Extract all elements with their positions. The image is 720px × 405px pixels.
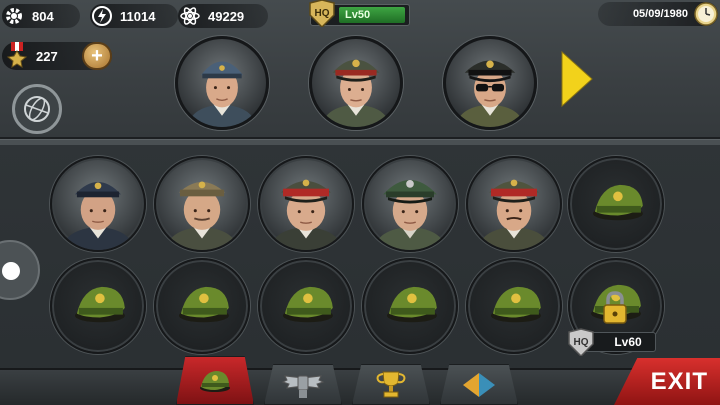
date-value: 05/09/1980 xyxy=(632,8,688,20)
gear-resource: 804 xyxy=(2,4,80,28)
hq-badge-icon: HQ xyxy=(568,328,594,356)
side-toggle-button[interactable] xyxy=(0,240,40,300)
atom-icon xyxy=(178,4,202,28)
hq-badge-text: HQ xyxy=(315,8,330,19)
cap-icon xyxy=(200,370,230,392)
atom-value: 49229 xyxy=(208,8,245,24)
date-display: 05/09/1980 xyxy=(598,2,718,26)
general-slot-2[interactable] xyxy=(154,156,250,252)
world-map-button[interactable] xyxy=(12,84,62,134)
hq-level-value: Lv50 xyxy=(339,7,405,23)
gear-icon xyxy=(2,4,26,28)
military-cap-icon xyxy=(283,286,333,323)
general-portrait-3[interactable] xyxy=(443,36,537,130)
clock-icon[interactable] xyxy=(694,2,718,26)
rank-tab[interactable] xyxy=(264,364,342,405)
diamond-tab[interactable] xyxy=(440,364,518,405)
plus-icon: + xyxy=(91,44,103,67)
trophy-icon xyxy=(376,371,406,397)
empty-slot-5[interactable] xyxy=(362,258,458,354)
empty-slot-2[interactable] xyxy=(50,258,146,354)
wings-icon xyxy=(281,374,325,398)
medal-value: 227 xyxy=(36,48,58,64)
general-portrait-2[interactable] xyxy=(309,36,403,130)
military-cap-icon xyxy=(387,286,437,323)
military-cap-icon xyxy=(593,184,643,221)
generals-tab[interactable] xyxy=(176,356,254,405)
general-slot-5[interactable] xyxy=(466,156,562,252)
military-cap-icon xyxy=(75,286,125,323)
general-portrait-1[interactable] xyxy=(175,36,269,130)
military-cap-icon xyxy=(179,286,229,323)
diamond-icon xyxy=(463,372,495,397)
next-arrow-icon[interactable] xyxy=(560,50,594,108)
medal-resource: 227 + xyxy=(2,42,112,70)
empty-slot-4[interactable] xyxy=(258,258,354,354)
military-cap-icon xyxy=(491,286,541,323)
gear-value: 804 xyxy=(32,8,54,24)
unlock-level-label: HQ Lv60 xyxy=(566,328,656,356)
medal-icon xyxy=(6,42,28,68)
globe-icon xyxy=(24,96,50,122)
empty-slot-3[interactable] xyxy=(154,258,250,354)
general-slot-4[interactable] xyxy=(362,156,458,252)
trophy-tab[interactable] xyxy=(352,364,430,405)
hq-level-bar[interactable]: HQ Lv50 xyxy=(309,0,410,27)
lightning-icon xyxy=(90,4,114,28)
unlock-badge-text: HQ xyxy=(574,337,589,348)
general-slot-3[interactable] xyxy=(258,156,354,252)
lock-icon xyxy=(603,291,627,324)
power-value: 11014 xyxy=(120,8,156,24)
general-slot-1[interactable] xyxy=(50,156,146,252)
exit-button[interactable]: EXIT xyxy=(614,358,720,405)
empty-slot-1[interactable] xyxy=(568,156,664,252)
add-medals-button[interactable]: + xyxy=(82,42,112,70)
power-resource: 11014 xyxy=(90,4,178,28)
atom-resource: 49229 xyxy=(178,4,268,28)
empty-slot-6[interactable] xyxy=(466,258,562,354)
hq-badge-icon: HQ xyxy=(309,0,335,27)
